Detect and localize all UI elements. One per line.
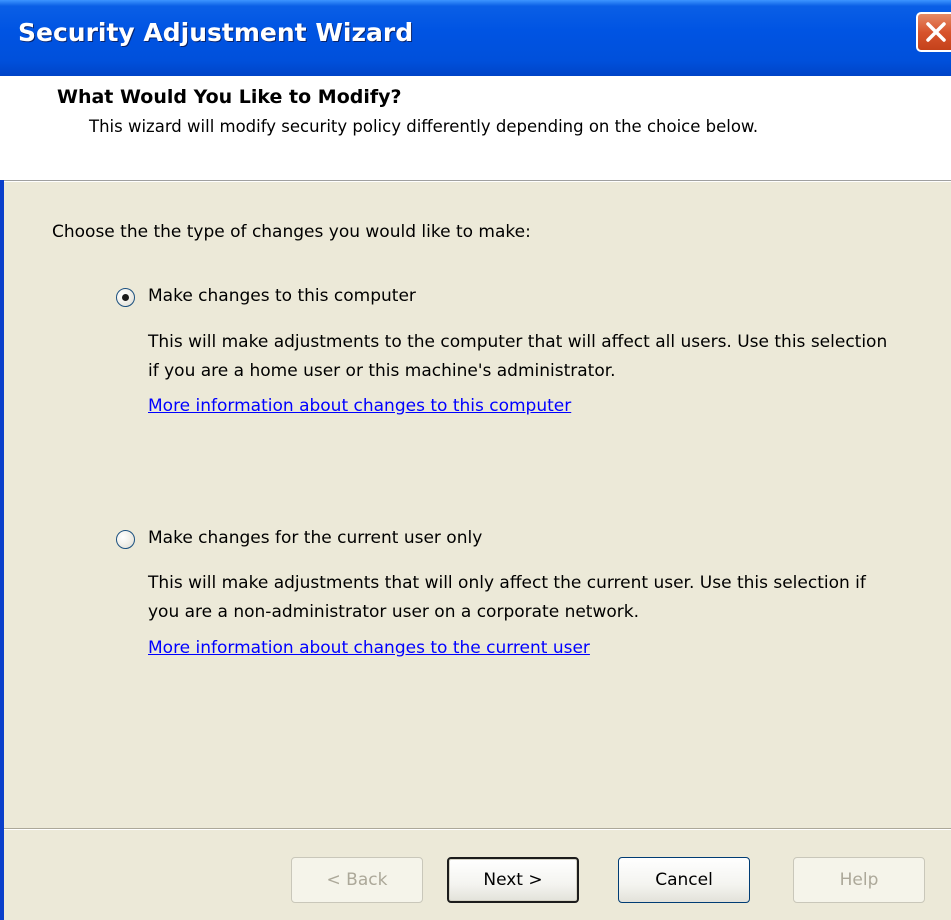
radio-label-current-user[interactable]: Make changes for the current user only xyxy=(148,528,482,548)
page-description: This wizard will modify security policy … xyxy=(89,117,759,136)
title-bar[interactable]: Security Adjustment Wizard xyxy=(0,0,951,76)
page-title: What Would You Like to Modify? xyxy=(57,86,402,108)
close-icon xyxy=(926,22,946,42)
cancel-button[interactable]: Cancel xyxy=(618,857,750,903)
option-description-current-user: This will make adjustments that will onl… xyxy=(148,573,866,622)
link-info-current-user[interactable]: More information about changes to the cu… xyxy=(148,638,590,658)
next-button[interactable]: Next > xyxy=(447,857,579,903)
wizard-header: What Would You Like to Modify? This wiza… xyxy=(0,76,951,181)
help-button[interactable]: Help xyxy=(793,857,925,903)
choice-prompt: Choose the the type of changes you would… xyxy=(52,222,531,242)
close-button[interactable] xyxy=(916,12,951,52)
window-left-border xyxy=(0,180,4,920)
radio-this-computer[interactable] xyxy=(116,288,135,307)
back-button[interactable]: < Back xyxy=(291,857,423,903)
button-separator xyxy=(4,828,951,830)
radio-label-this-computer[interactable]: Make changes to this computer xyxy=(148,286,416,306)
radio-current-user[interactable] xyxy=(116,530,135,549)
link-info-this-computer[interactable]: More information about changes to this c… xyxy=(148,396,571,416)
radio-selected-dot xyxy=(122,294,129,301)
window-title: Security Adjustment Wizard xyxy=(18,18,414,47)
option-description-this-computer: This will make adjustments to the comput… xyxy=(148,332,888,381)
